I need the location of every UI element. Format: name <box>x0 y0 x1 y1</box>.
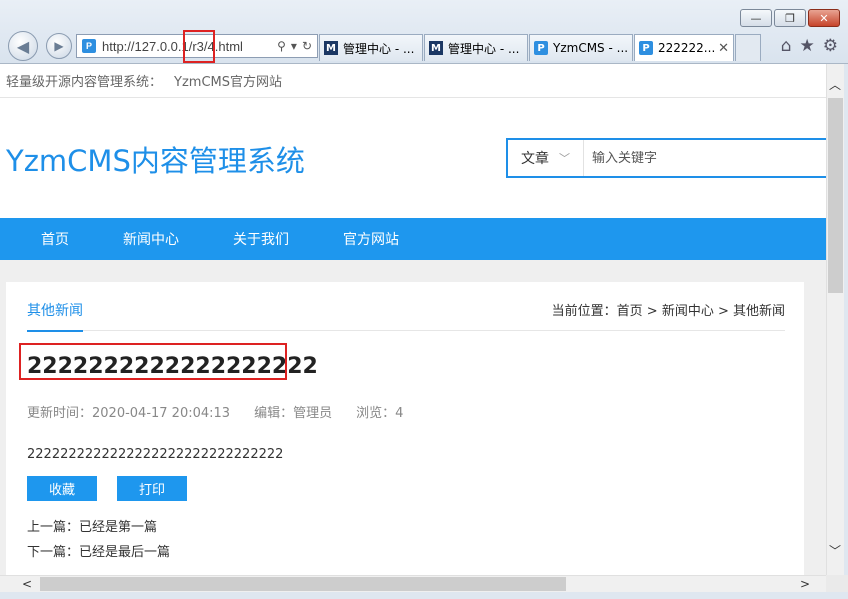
refresh-icon[interactable]: ↻ <box>302 39 312 53</box>
search-category-label: 文章 <box>521 151 549 167</box>
article-body: 2222222222222222222222222222222 <box>27 447 284 462</box>
top-info-bar: 轻量级开源内容管理系统： YzmCMS官方网站 <box>0 64 826 98</box>
settings-gear-icon[interactable]: ⚙ <box>823 36 838 56</box>
search-icon[interactable]: ⚲ <box>277 39 286 53</box>
scroll-up-icon[interactable]: ︿ <box>829 76 841 93</box>
horizontal-scrollbar[interactable]: < > <box>0 575 826 592</box>
browser-chrome: — ❐ ✕ ◀ ▶ P http://127.0.0.1/r3/4.html ⚲… <box>0 0 848 64</box>
scroll-left-icon[interactable]: < <box>22 577 32 591</box>
site-favicon-icon: P <box>82 39 96 53</box>
favorites-star-icon[interactable]: ★ <box>800 36 815 56</box>
window-bottom-frame <box>0 592 848 599</box>
tab-title: 管理中心 - ... <box>448 41 520 56</box>
admin-logo-icon: M <box>324 41 338 55</box>
article-meta: 更新时间：2020-04-17 20:04:13 编辑：管理员 浏览：4 <box>27 402 403 421</box>
nav-item-home[interactable]: 首页 <box>41 229 69 249</box>
forward-button[interactable]: ▶ <box>46 33 72 59</box>
content-header: 其他新闻 当前位置：首页 > 新闻中心 > 其他新闻 <box>27 282 785 332</box>
close-window-button[interactable]: ✕ <box>808 9 840 27</box>
url-highlight-box <box>183 30 215 63</box>
nav-item-about[interactable]: 关于我们 <box>233 229 289 249</box>
tab-title: 管理中心 - ... <box>343 41 415 56</box>
yzmcms-logo-icon: P <box>534 41 548 55</box>
editor: 编辑：管理员 <box>254 406 333 421</box>
new-tab-button[interactable] <box>735 34 761 61</box>
tab-strip: M 管理中心 - ... M 管理中心 - ... P YzmCMS - ...… <box>319 34 761 61</box>
close-tab-icon[interactable]: ✕ <box>718 41 729 56</box>
tab-article[interactable]: P 222222... ✕ <box>634 34 734 61</box>
site-title[interactable]: YzmCMS内容管理系统 <box>6 138 305 180</box>
breadcrumb: 当前位置：首页 > 新闻中心 > 其他新闻 <box>551 304 785 319</box>
scroll-down-icon[interactable]: ﹀ <box>829 542 841 559</box>
search-input[interactable] <box>584 150 824 166</box>
search-box: 文章 ﹀ <box>506 138 826 178</box>
scroll-right-icon[interactable]: > <box>800 577 810 591</box>
admin-logo-icon: M <box>429 41 443 55</box>
official-site-link[interactable]: YzmCMS官方网站 <box>174 71 282 90</box>
tab-title: 222222... <box>658 41 716 55</box>
yzmcms-logo-icon: P <box>639 41 653 55</box>
nav-item-official-site[interactable]: 官方网站 <box>343 229 399 249</box>
home-icon[interactable]: ⌂ <box>781 36 792 56</box>
horizontal-scroll-thumb[interactable] <box>40 577 566 591</box>
minimize-button[interactable]: — <box>740 9 772 27</box>
tab-title: YzmCMS - ... <box>553 41 628 55</box>
back-button[interactable]: ◀ <box>8 31 38 61</box>
category-tab[interactable]: 其他新闻 <box>27 300 83 332</box>
print-button[interactable]: 打印 <box>117 476 187 501</box>
forward-arrow-icon: ▶ <box>54 39 64 53</box>
back-arrow-icon: ◀ <box>16 36 30 56</box>
dropdown-icon[interactable]: ▾ <box>291 39 297 53</box>
chevron-down-icon: ﹀ <box>559 152 570 165</box>
next-article-link[interactable]: 下一篇：已经是最后一篇 <box>27 541 170 560</box>
window-controls: — ❐ ✕ <box>740 9 840 27</box>
article-panel: 其他新闻 当前位置：首页 > 新闻中心 > 其他新闻 2222222222222… <box>6 282 804 575</box>
vertical-scrollbar[interactable]: ︿ ﹀ <box>826 64 844 575</box>
nav-item-news[interactable]: 新闻中心 <box>123 229 179 249</box>
site-header: YzmCMS内容管理系统 文章 ﹀ <box>0 98 826 218</box>
vertical-scroll-thumb[interactable] <box>828 98 843 293</box>
prev-article-link[interactable]: 上一篇：已经是第一篇 <box>27 516 157 535</box>
search-category-select[interactable]: 文章 ﹀ <box>508 140 584 176</box>
favorite-button[interactable]: 收藏 <box>27 476 97 501</box>
tab-admin-1[interactable]: M 管理中心 - ... <box>319 34 423 61</box>
tab-admin-2[interactable]: M 管理中心 - ... <box>424 34 528 61</box>
restore-button[interactable]: ❐ <box>774 9 806 27</box>
view-count: 浏览：4 <box>356 406 404 421</box>
tab-yzmcms[interactable]: P YzmCMS - ... <box>529 34 633 61</box>
page-viewport: 轻量级开源内容管理系统： YzmCMS官方网站 YzmCMS内容管理系统 文章 … <box>0 64 826 575</box>
tagline-text: 轻量级开源内容管理系统： <box>6 75 163 90</box>
main-nav: 首页 新闻中心 关于我们 官方网站 <box>0 218 826 260</box>
update-time: 更新时间：2020-04-17 20:04:13 <box>27 406 231 421</box>
title-highlight-box <box>19 343 287 380</box>
